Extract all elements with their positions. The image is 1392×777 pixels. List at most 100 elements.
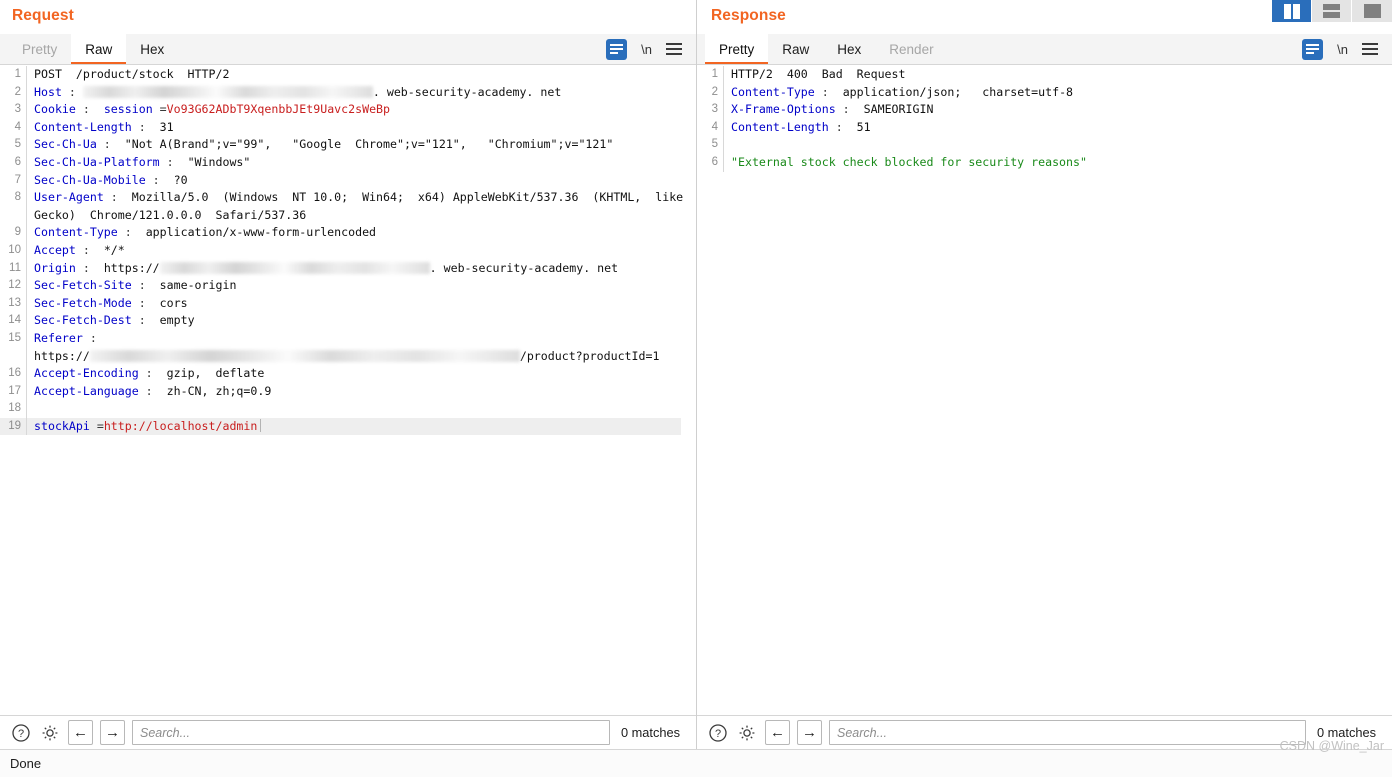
line-content: stockApi =http://localhost/admin [26, 417, 681, 436]
code-token: Sec-Fetch-Mode [34, 295, 132, 310]
code-token: same-origin [159, 278, 237, 293]
code-token: Mozilla/5.0 (Windows NT 10.0; Win64; x64… [34, 190, 691, 222]
line-content: Accept : */* [26, 241, 696, 260]
code-token: ?0 [173, 172, 188, 187]
code-token: : [131, 313, 160, 328]
status-text: Done [10, 756, 42, 771]
gear-icon [739, 725, 755, 740]
line-content: Sec-Fetch-Site : same-origin [26, 277, 696, 295]
line-content: X-Frame-Options : SAMEORIGIN [723, 101, 1392, 119]
line-content: Sec-Ch-Ua : "Not A(Brand";v="99", "Googl… [26, 136, 696, 154]
line-number: 4 [711, 120, 718, 133]
code-token: 31 [159, 119, 174, 134]
code-line: 5 [697, 136, 1392, 154]
code-line: 4 Content-Length : 51 [697, 118, 1392, 137]
code-line: 16 Accept-Encoding : gzip, deflate [0, 365, 696, 383]
code-token: : [138, 366, 167, 381]
code-token: Host [34, 84, 62, 99]
line-content [723, 136, 1392, 154]
request-newline-toggle[interactable]: \n [641, 42, 652, 57]
horizontal-split-icon [1323, 4, 1340, 18]
line-content: HTTP/2 400 Bad Request [723, 66, 1392, 84]
single-pane-icon [1363, 4, 1381, 18]
response-editor[interactable]: 1 HTTP/2 400 Bad Request 2 Content-Type : a… [697, 66, 1392, 715]
line-number: 3 [711, 103, 718, 116]
request-settings-button[interactable] [39, 722, 61, 744]
line-number: 11 [9, 261, 21, 274]
request-help-button[interactable]: ? [10, 722, 32, 744]
redacted-host-blur [89, 349, 520, 362]
request-search-next-button[interactable]: → [100, 720, 125, 745]
code-line: 3 Cookie : session =Vo93G62ADbT9XqenbbJEt… [0, 101, 696, 119]
code-token: : [75, 102, 104, 117]
word-wrap-icon [606, 38, 628, 60]
line-number: 1 [711, 68, 718, 80]
request-tab-pretty[interactable]: Pretty [8, 34, 71, 64]
line-content: Content-Length : 31 [26, 118, 696, 137]
code-token: Content-Type [34, 225, 118, 240]
request-search-prev-button[interactable]: ← [68, 720, 93, 745]
line-content: Referer : https:// /product?productId=1 [26, 329, 696, 366]
code-token: . web-security-academy. net [372, 84, 562, 99]
response-tool-icons: \n [1302, 34, 1392, 64]
request-tool-icons: \n [606, 34, 696, 64]
response-title: Response [711, 7, 786, 24]
response-search-input[interactable] [829, 720, 1306, 745]
request-tab-hex[interactable]: Hex [126, 34, 178, 64]
line-content: Origin : https:// . web-security-academy.… [26, 259, 696, 278]
response-tab-raw[interactable]: Raw [768, 34, 823, 64]
response-word-wrap-button[interactable] [1302, 38, 1324, 60]
request-tab-raw[interactable]: Raw [71, 34, 127, 64]
code-token: : [89, 330, 97, 345]
line-number: 18 [8, 402, 21, 415]
line-number: 13 [8, 296, 21, 309]
code-token: https:// [103, 260, 160, 275]
line-number: 10 [8, 243, 21, 256]
code-line: 4 Content-Length : 31 [0, 118, 696, 137]
code-line: 10 Accept : */* [0, 241, 696, 260]
code-line: 9 Content-Type : application/x-www-form-u… [0, 224, 696, 242]
layout-single-pane-button[interactable] [1352, 0, 1392, 22]
code-line: 1 HTTP/2 400 Bad Request [697, 66, 1392, 84]
response-menu-button[interactable] [1362, 43, 1378, 55]
code-token: : [61, 84, 83, 99]
request-searchbar: ? ← → 0 matches [0, 715, 696, 749]
code-token: : [814, 84, 843, 99]
request-word-wrap-button[interactable] [606, 38, 628, 60]
request-menu-button[interactable] [666, 43, 682, 55]
line-content: Accept-Encoding : gzip, deflate [26, 365, 696, 383]
request-match-count: 0 matches [620, 725, 680, 740]
response-tab-render[interactable]: Render [875, 34, 947, 64]
code-line: 12 Sec-Fetch-Site : same-origin [0, 277, 696, 295]
layout-vertical-split-button[interactable] [1272, 0, 1312, 22]
code-token: : [159, 154, 188, 169]
response-tab-hex[interactable]: Hex [823, 34, 875, 64]
request-tabbar: Pretty Raw Hex \n [0, 34, 696, 65]
watermark: CSDN @Wine_Jar [1279, 739, 1384, 753]
response-tab-pretty[interactable]: Pretty [705, 34, 769, 64]
line-content: Content-Type : application/json; charset… [723, 83, 1392, 102]
layout-toggle-group [1272, 0, 1392, 22]
response-search-next-button[interactable]: → [797, 720, 822, 745]
code-line: 11 Origin : https:// . web-security-academ… [0, 259, 696, 278]
request-editor[interactable]: 1 POST /product/stock HTTP/2 2 Host : . web… [0, 66, 696, 715]
code-line: 2 Content-Type : application/json; charse… [697, 83, 1392, 102]
code-token: : [131, 295, 160, 310]
code-token: zh-CN, zh;q=0.9 [166, 383, 272, 398]
response-search-prev-button[interactable]: ← [765, 720, 790, 745]
code-token: */* [103, 242, 125, 257]
word-wrap-icon [1302, 38, 1324, 60]
code-token: Sec-Fetch-Site [34, 278, 132, 293]
response-help-button[interactable]: ? [707, 722, 729, 744]
layout-horizontal-split-button[interactable] [1312, 0, 1352, 22]
code-token: cors [159, 295, 188, 310]
code-token: Referer [34, 330, 83, 345]
line-content: Host : . web-security-academy. net [26, 83, 696, 102]
response-newline-toggle[interactable]: \n [1337, 42, 1348, 57]
code-line: 8 User-Agent : Mozilla/5.0 (Windows NT 10… [0, 189, 696, 225]
code-token: : [117, 225, 146, 240]
response-settings-button[interactable] [736, 722, 758, 744]
line-number: 4 [14, 120, 21, 133]
response-pane: Response Pretty Raw Hex Render \n 1 HTTP/… [696, 0, 1392, 777]
request-search-input[interactable] [132, 720, 610, 745]
